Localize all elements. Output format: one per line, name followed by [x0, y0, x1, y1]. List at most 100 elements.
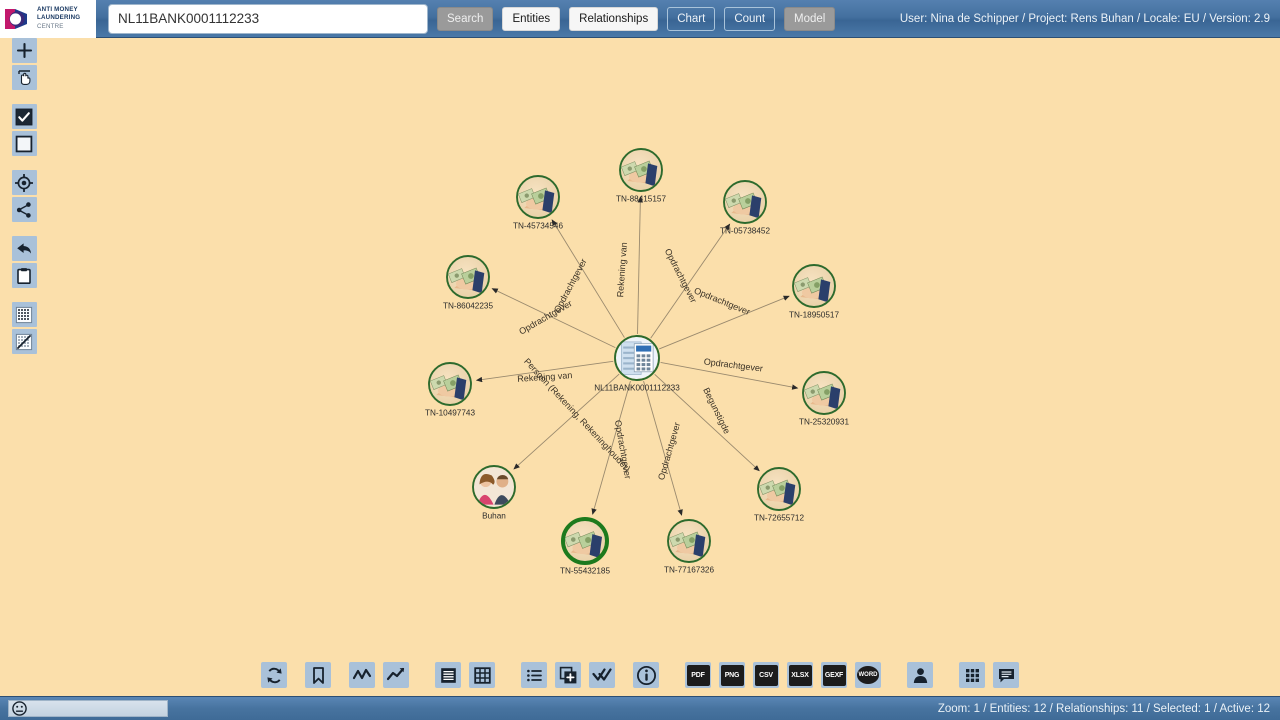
clipboard-icon[interactable]: [11, 263, 37, 288]
node-label: TN-88415157: [616, 195, 667, 204]
export-gexf-button[interactable]: GEXF: [821, 662, 847, 688]
left-group-grid: [11, 302, 37, 354]
list-view-icon[interactable]: [435, 662, 461, 688]
entities-button[interactable]: Entities: [502, 6, 561, 31]
cash-hand-icon: [759, 469, 799, 509]
graph-node[interactable]: TN-55432185: [560, 517, 611, 576]
edge-label: Persoon (Rekening, Rekeninghouder): [522, 356, 632, 473]
graph-node[interactable]: TN-77167326: [664, 519, 715, 575]
model-button[interactable]: Model: [784, 6, 836, 31]
node-label: TN-10497743: [425, 409, 476, 418]
undo-arrow-icon[interactable]: [11, 236, 37, 261]
graph-node[interactable]: TN-86042235: [443, 255, 494, 311]
graph-node[interactable]: TN-10497743: [425, 362, 476, 418]
node-label: Buhan: [482, 512, 506, 521]
neutral-face-icon: [12, 701, 27, 716]
graph-edge[interactable]: [643, 380, 683, 516]
node-label: TN-25320931: [799, 418, 850, 427]
bottom-tool-palette: PDF PNG CSV XLSX GEXF WORD: [0, 658, 1280, 692]
logo-line-3: CENTRE: [37, 22, 64, 30]
edge-label: Begunstigde: [701, 386, 732, 435]
edge-label: Opdrachtgever: [703, 356, 763, 373]
refresh-icon[interactable]: [261, 662, 287, 688]
pan-hand-icon[interactable]: [11, 65, 37, 90]
double-check-icon[interactable]: [589, 662, 615, 688]
amlc-logo-text: ANTI MONEY LAUNDERING CENTRE: [37, 6, 80, 31]
add-icon[interactable]: [11, 38, 37, 63]
edge-label: Opdrachtgever: [663, 247, 699, 305]
left-group-edit: [11, 236, 37, 288]
export-png-button[interactable]: PNG: [719, 662, 745, 688]
node-label: TN-77167326: [664, 566, 715, 575]
chart-button[interactable]: Chart: [667, 6, 716, 31]
network-graph[interactable]: Rekening vanOpdrachtgever OpdrachtgeverOp…: [0, 38, 1280, 696]
share-network-icon[interactable]: [11, 197, 37, 222]
graph-nodes-layer[interactable]: NL11BANK0001112233 TN-88415157 TN-45734546…: [425, 148, 850, 576]
graph-edge[interactable]: [637, 196, 644, 335]
node-label: TN-45734546: [513, 222, 564, 231]
search-input[interactable]: [108, 3, 428, 34]
node-label: TN-05738452: [720, 227, 771, 236]
count-button[interactable]: Count: [724, 6, 776, 31]
graph-edge[interactable]: [551, 219, 625, 338]
apps-grid-icon[interactable]: [959, 662, 985, 688]
top-toolbar: ANTI MONEY LAUNDERING CENTRE Search Enti…: [0, 0, 1280, 38]
node-label: TN-86042235: [443, 302, 494, 311]
graph-node[interactable]: TN-25320931: [799, 371, 850, 427]
graph-node[interactable]: TN-72655712: [754, 467, 805, 523]
status-progress-bar: [8, 700, 168, 717]
node-label: TN-18950517: [789, 311, 840, 320]
user-account-icon[interactable]: [907, 662, 933, 688]
export-png-label: PNG: [720, 664, 744, 686]
cash-hand-icon: [518, 177, 558, 217]
export-csv-button[interactable]: CSV: [753, 662, 779, 688]
bullet-list-icon[interactable]: [521, 662, 547, 688]
cash-hand-icon: [804, 373, 844, 413]
grid-dots-icon[interactable]: [11, 302, 37, 327]
graph-canvas[interactable]: Rekening van Opdrachtgever Opdrachtgever Op…: [0, 38, 1280, 696]
left-group-view: [11, 170, 37, 222]
export-xlsx-button[interactable]: XLSX: [787, 662, 813, 688]
cash-hand-icon: [621, 150, 661, 190]
graph-node[interactable]: TN-18950517: [789, 264, 840, 320]
status-bar: Zoom: 1 / Entities: 12 / Relationships: …: [0, 696, 1280, 720]
edge-label: Opdrachtgever: [693, 285, 752, 317]
grid-table-icon[interactable]: [469, 662, 495, 688]
graph-node[interactable]: TN-05738452: [720, 180, 771, 236]
add-layer-icon[interactable]: [555, 662, 581, 688]
edge-label: Rekening van: [615, 242, 629, 298]
graph-node[interactable]: TN-88415157: [616, 148, 667, 204]
comment-icon[interactable]: [993, 662, 1019, 688]
node-label: TN-72655712: [754, 514, 805, 523]
node-label: TN-55432185: [560, 567, 611, 576]
cash-hand-icon: [725, 182, 765, 222]
status-info: Zoom: 1 / Entities: 12 / Relationships: …: [937, 702, 1270, 715]
relationships-button[interactable]: Relationships: [569, 6, 659, 31]
logo-line-1: ANTI MONEY: [37, 5, 78, 13]
select-all-checkbox-icon[interactable]: [11, 104, 37, 129]
export-xlsx-label: XLSX: [788, 664, 812, 686]
graph-node[interactable]: TN-45734546: [513, 175, 564, 231]
cash-hand-icon: [430, 364, 470, 404]
timeline-chart-icon[interactable]: [349, 662, 375, 688]
export-word-label: WORD: [857, 666, 879, 684]
export-pdf-label: PDF: [686, 664, 710, 686]
left-tool-palette: [11, 38, 37, 354]
graph-node[interactable]: Buhan: [472, 465, 516, 521]
export-pdf-button[interactable]: PDF: [685, 662, 711, 688]
left-group-selection: [11, 104, 37, 156]
amlc-logo-mark: [3, 5, 33, 32]
user-session-info: User: Nina de Schipper / Project: Rens B…: [899, 13, 1270, 25]
target-focus-icon[interactable]: [11, 170, 37, 195]
node-label: NL11BANK0001112233: [594, 384, 680, 393]
deselect-square-icon[interactable]: [11, 131, 37, 156]
trend-chart-icon[interactable]: [383, 662, 409, 688]
export-word-button[interactable]: WORD: [855, 662, 881, 688]
left-group-create: [11, 38, 37, 90]
search-button[interactable]: Search: [437, 6, 494, 31]
amlc-logo[interactable]: ANTI MONEY LAUNDERING CENTRE: [0, 0, 96, 38]
grid-dots-off-icon[interactable]: [11, 329, 37, 354]
info-icon[interactable]: [633, 662, 659, 688]
bookmark-icon[interactable]: [305, 662, 331, 688]
graph-node-center[interactable]: NL11BANK0001112233: [594, 335, 680, 393]
